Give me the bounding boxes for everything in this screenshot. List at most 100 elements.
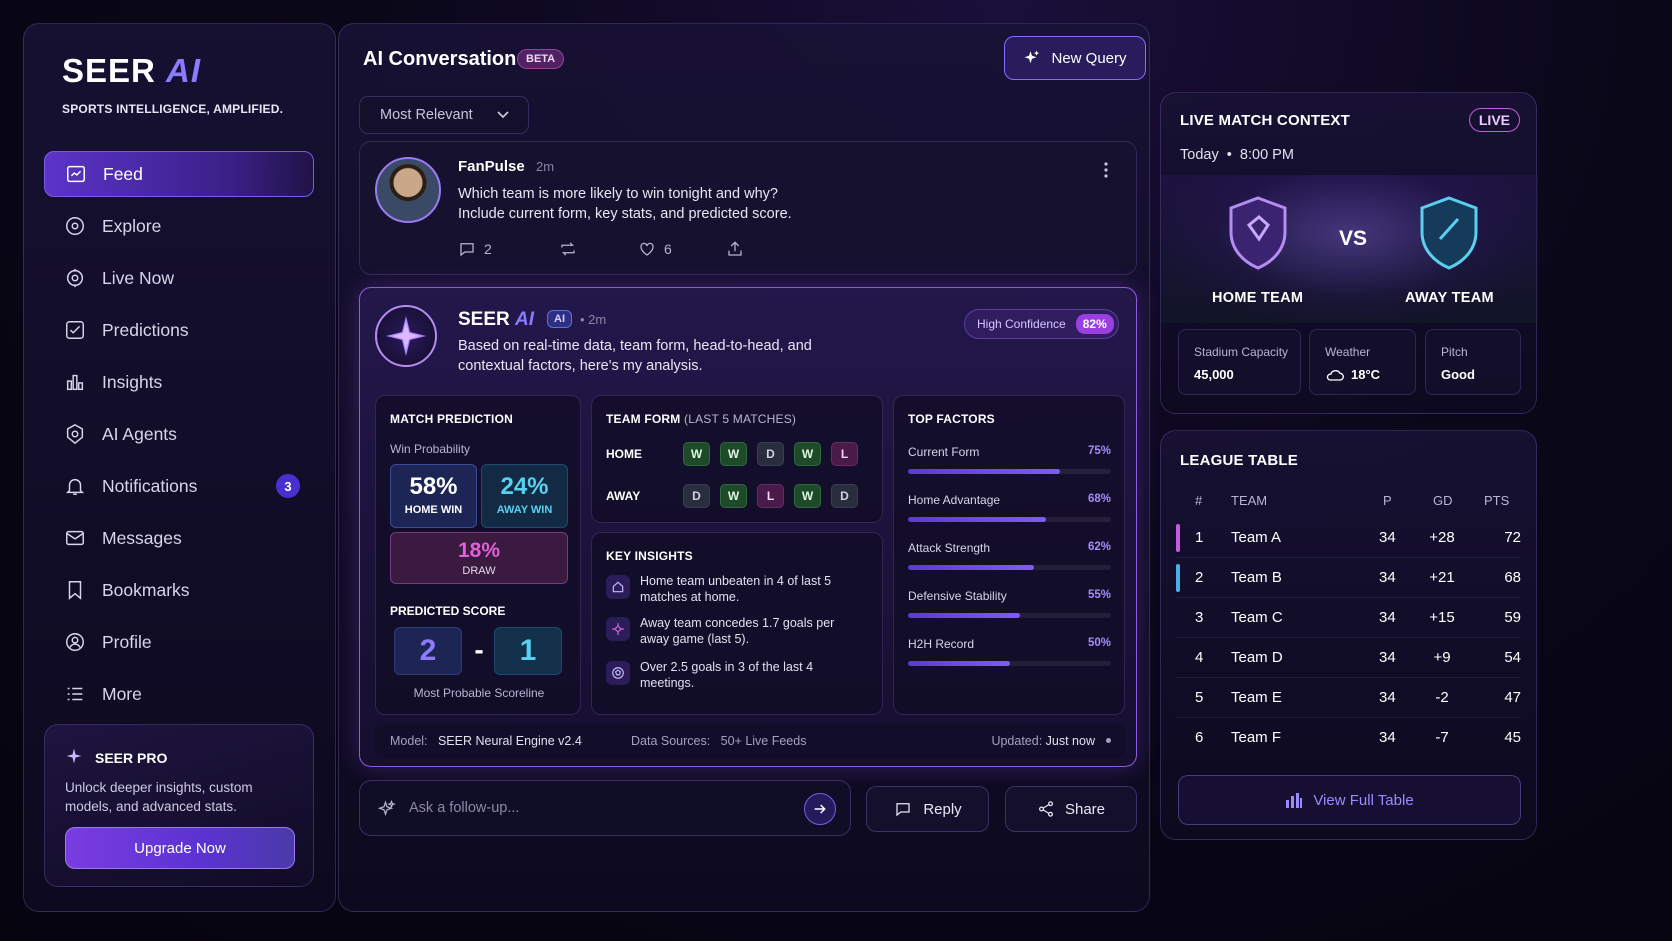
view-full-table-button[interactable]: View Full Table [1178, 775, 1521, 825]
avatar[interactable] [375, 157, 441, 223]
away-win-label: AWAY WIN [496, 504, 553, 516]
form-result: L [757, 484, 784, 508]
share-button[interactable]: Share [1005, 786, 1137, 832]
table-cell: 54 [1504, 649, 1521, 666]
sidebar: SEER AI SPORTS INTELLIGENCE, AMPLIFIED. … [23, 23, 336, 912]
sidebar-item-live-now[interactable]: Live Now [44, 255, 314, 301]
sidebar-item-more[interactable]: More [44, 671, 314, 717]
stat-value: Good [1441, 367, 1475, 382]
factor-label: Home Advantage [908, 493, 1001, 507]
ai-name: SEER AI [458, 309, 535, 330]
home-score: 2 [394, 627, 462, 675]
response-footer: Model: SEER Neural Engine v2.4 Data Sour… [375, 724, 1125, 758]
section-title: MATCH PREDICTION [390, 412, 513, 426]
table-row[interactable]: 6 Team F 34 -7 45 [1176, 718, 1521, 758]
sidebar-item-label: Feed [103, 163, 143, 184]
table-cell: -7 [1435, 729, 1449, 746]
sidebar-item-notifications[interactable]: Notifications 3 [44, 463, 314, 509]
post-author[interactable]: FanPulse [458, 158, 525, 175]
draw-box: 18% DRAW [390, 532, 568, 584]
table-cell: 68 [1504, 569, 1521, 586]
table-row[interactable]: 1 Team A 34 +28 72 [1176, 518, 1521, 558]
sparkle-icon [378, 800, 396, 817]
confidence-label: High Confidence [977, 317, 1066, 331]
app-logo[interactable]: SEER AI [62, 52, 201, 90]
sidebar-item-label: Predictions [102, 319, 189, 340]
cloud-icon [1326, 369, 1344, 381]
target-icon [606, 617, 630, 641]
comment-button[interactable]: 2 [458, 240, 558, 258]
like-button[interactable]: 6 [638, 240, 726, 258]
ai-avatar [375, 305, 437, 367]
table-row[interactable]: 4 Team D 34 +9 54 [1176, 638, 1521, 678]
sidebar-item-feed[interactable]: Feed [44, 151, 314, 197]
chevron-down-icon [497, 111, 509, 119]
sidebar-item-ai-agents[interactable]: AI Agents [44, 411, 314, 457]
sidebar-item-profile[interactable]: Profile [44, 619, 314, 665]
stat-value: 45,000 [1194, 367, 1234, 382]
stat-label: Pitch [1441, 345, 1468, 359]
sort-dropdown[interactable]: Most Relevant [359, 96, 529, 134]
sidebar-item-explore[interactable]: Explore [44, 203, 314, 249]
sidebar-item-label: AI Agents [102, 423, 177, 444]
new-query-label: New Query [1051, 49, 1127, 67]
table-cell: 4 [1195, 649, 1204, 666]
reply-button[interactable]: Reply [866, 786, 989, 832]
like-count: 6 [664, 241, 672, 257]
stat-label: Stadium Capacity [1194, 345, 1289, 359]
factor-bar-fill [908, 565, 1034, 570]
rank-marker [1176, 524, 1180, 552]
stadium-capacity-stat: Stadium Capacity 45,000 [1178, 329, 1301, 395]
more-options-icon[interactable] [1104, 162, 1108, 178]
sidebar-item-label: Live Now [102, 267, 174, 288]
sidebar-item-insights[interactable]: Insights [44, 359, 314, 405]
page-title: AI Conversation [363, 48, 517, 70]
follow-up-placeholder: Ask a follow-up... [409, 800, 520, 816]
sidebar-item-label: Messages [102, 527, 182, 548]
insights-icon [66, 374, 84, 391]
table-cell: 34 [1379, 729, 1396, 746]
comment-icon [460, 243, 474, 257]
share-post-button[interactable] [726, 240, 744, 258]
tagline: SPORTS INTELLIGENCE, AMPLIFIED. [62, 102, 284, 116]
table-cell: -2 [1435, 689, 1449, 706]
repost-icon [561, 242, 575, 256]
factor-bar [908, 517, 1111, 522]
league-table-panel: LEAGUE TABLE # TEAM P GD PTS 1 Team A 34… [1160, 430, 1537, 840]
insight-item: Over 2.5 goals in 3 of the last 4 meetin… [606, 659, 840, 691]
comment-count: 2 [484, 241, 492, 257]
draw-label: DRAW [462, 565, 496, 577]
table-cell: Team D [1231, 649, 1283, 666]
sidebar-item-messages[interactable]: Messages [44, 515, 314, 561]
post-line: Include current form, key stats, and pre… [458, 206, 792, 222]
new-query-button[interactable]: New Query [1004, 36, 1146, 80]
follow-up-input[interactable]: Ask a follow-up... [359, 780, 851, 836]
form-result: W [720, 442, 747, 466]
repost-button[interactable] [558, 240, 638, 258]
table-cell: 6 [1195, 729, 1204, 746]
factor-row: Defensive Stability 55% [908, 589, 1111, 618]
column-header: GD [1433, 493, 1453, 508]
sidebar-item-bookmarks[interactable]: Bookmarks [44, 567, 314, 613]
weather-stat: Weather 18°C [1309, 329, 1416, 395]
predicted-score-title: PREDICTED SCORE [390, 604, 506, 618]
reply-icon [896, 803, 910, 817]
sidebar-item-label: Insights [102, 371, 163, 392]
table-row[interactable]: 5 Team E 34 -2 47 [1176, 678, 1521, 718]
factor-label: Current Form [908, 445, 980, 459]
table-row[interactable]: 3 Team C 34 +15 59 [1176, 598, 1521, 638]
table-row[interactable]: 2 Team B 34 +21 68 [1176, 558, 1521, 598]
home-win-pct: 58% [409, 473, 458, 500]
send-button[interactable] [804, 793, 836, 825]
away-win-box: 24% AWAY WIN [481, 464, 568, 528]
table-cell: 34 [1379, 609, 1396, 626]
upload-icon [728, 241, 742, 256]
insight-item: Away team concedes 1.7 goals per away ga… [606, 615, 840, 647]
view-full-table-label: View Full Table [1313, 791, 1414, 809]
upgrade-button[interactable]: Upgrade Now [65, 827, 295, 869]
heart-icon [640, 242, 654, 256]
sparkle-star-icon [386, 316, 426, 356]
vs-label: VS [1339, 227, 1368, 250]
table-cell: Team A [1231, 529, 1282, 546]
sidebar-item-predictions[interactable]: Predictions [44, 307, 314, 353]
